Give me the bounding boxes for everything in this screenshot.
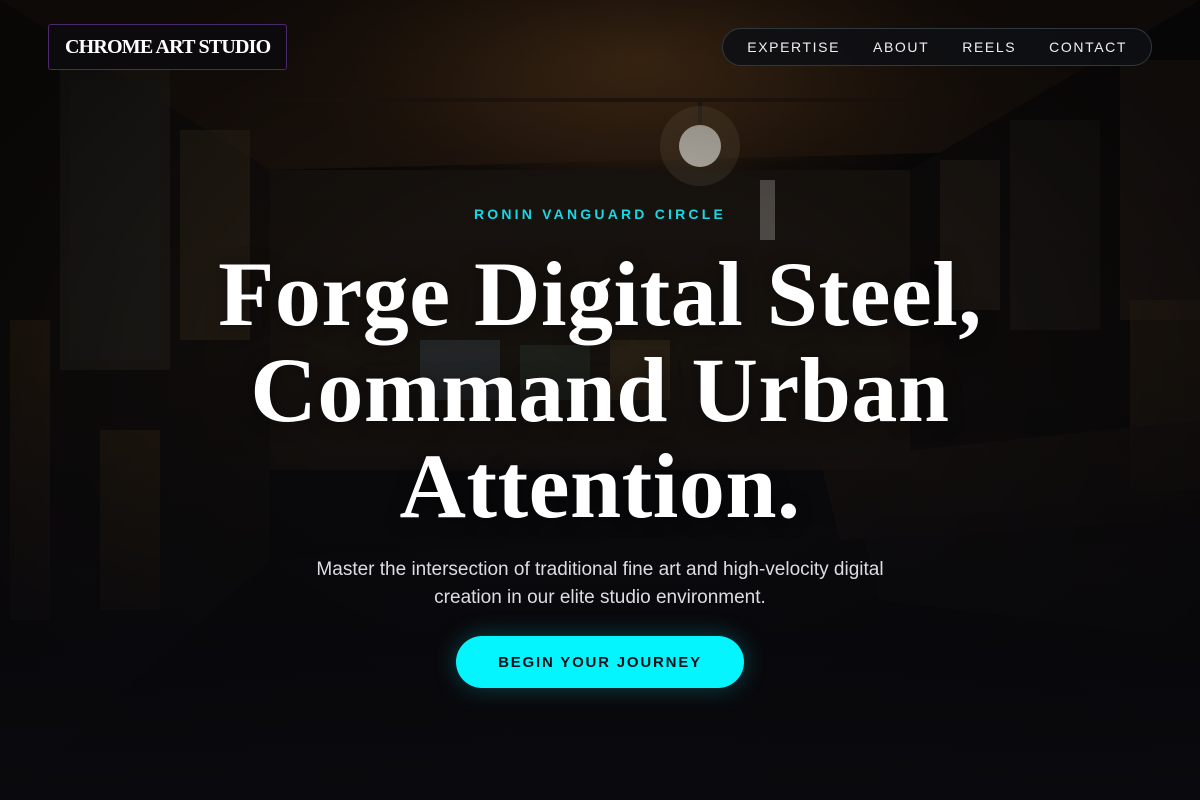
subtext-line-2: creation in our elite studio environment… bbox=[434, 587, 766, 608]
subtext-line-1: Master the intersection of traditional f… bbox=[316, 559, 884, 580]
headline-line-1: Forge Digital Steel, bbox=[218, 243, 982, 345]
nav-link-contact[interactable]: CONTACT bbox=[1049, 39, 1127, 55]
nav-link-about[interactable]: ABOUT bbox=[873, 39, 929, 55]
hero-headline: Forge Digital Steel, Command Urban Atten… bbox=[100, 246, 1100, 534]
nav-link-expertise[interactable]: EXPERTISE bbox=[747, 39, 840, 55]
hero-eyebrow: RONIN VANGUARD CIRCLE bbox=[473, 206, 727, 222]
main-nav: EXPERTISE ABOUT REELS CONTACT bbox=[722, 28, 1152, 66]
hero-subtext: Master the intersection of traditional f… bbox=[260, 556, 940, 612]
studio-logo[interactable]: CHROME ART STUDIO bbox=[48, 24, 288, 70]
begin-journey-button[interactable]: BEGIN YOUR JOURNEY bbox=[456, 636, 744, 688]
headline-line-2: Command Urban bbox=[250, 339, 950, 441]
nav-link-reels[interactable]: REELS bbox=[962, 39, 1016, 55]
headline-line-3: Attention. bbox=[399, 435, 801, 537]
